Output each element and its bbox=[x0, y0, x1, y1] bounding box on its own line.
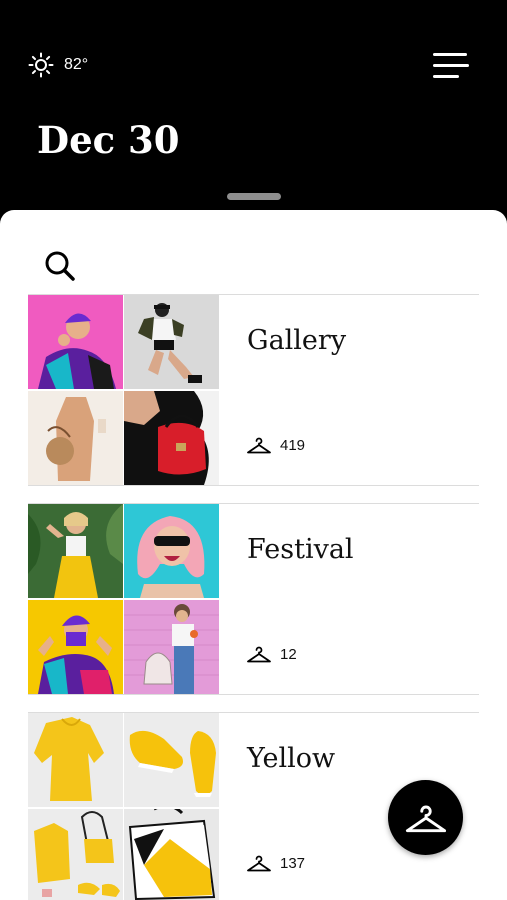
photo-tile bbox=[124, 504, 219, 598]
photo-tile bbox=[124, 713, 219, 807]
hanger-icon bbox=[405, 805, 446, 832]
item-count-value: 137 bbox=[280, 854, 306, 872]
photo-tile bbox=[28, 809, 123, 900]
header: 82° Dec 30 bbox=[0, 0, 507, 215]
item-count: 419 bbox=[246, 435, 305, 455]
collection-card-festival[interactable]: Festival 12 bbox=[28, 503, 479, 695]
hanger-icon bbox=[247, 855, 271, 872]
collection-thumbnail-mosaic bbox=[28, 504, 220, 694]
photo-tile bbox=[28, 504, 123, 598]
temperature-label: 82° bbox=[64, 56, 89, 73]
sheet-drag-handle[interactable] bbox=[227, 193, 281, 200]
photo-tile bbox=[124, 391, 219, 485]
item-count: 137 bbox=[246, 853, 305, 873]
search-button[interactable] bbox=[42, 248, 78, 284]
date-title: Dec 30 bbox=[37, 118, 180, 162]
collection-title: Yellow bbox=[247, 743, 336, 774]
collection-thumbnail-mosaic bbox=[28, 713, 220, 900]
hamburger-menu-icon bbox=[433, 53, 467, 56]
photo-tile bbox=[28, 391, 123, 485]
collection-thumbnail-mosaic bbox=[28, 295, 220, 485]
photo-tile bbox=[28, 295, 123, 389]
collection-card-gallery[interactable]: Gallery 419 bbox=[28, 294, 479, 486]
photo-tile bbox=[124, 600, 219, 694]
collection-title: Festival bbox=[247, 534, 354, 565]
item-count: 12 bbox=[246, 644, 297, 664]
add-item-fab[interactable] bbox=[388, 780, 463, 855]
collection-title: Gallery bbox=[247, 325, 347, 356]
hanger-icon bbox=[247, 646, 271, 663]
item-count-value: 419 bbox=[280, 436, 306, 454]
item-count-value: 12 bbox=[280, 645, 297, 663]
photo-tile bbox=[28, 713, 123, 807]
search-icon bbox=[45, 251, 75, 281]
photo-tile bbox=[28, 600, 123, 694]
sun-icon bbox=[28, 52, 54, 78]
weather-widget: 82° bbox=[28, 52, 88, 78]
menu-button[interactable] bbox=[430, 50, 470, 84]
photo-tile bbox=[124, 295, 219, 389]
hanger-icon bbox=[247, 437, 271, 454]
photo-tile bbox=[124, 809, 219, 900]
